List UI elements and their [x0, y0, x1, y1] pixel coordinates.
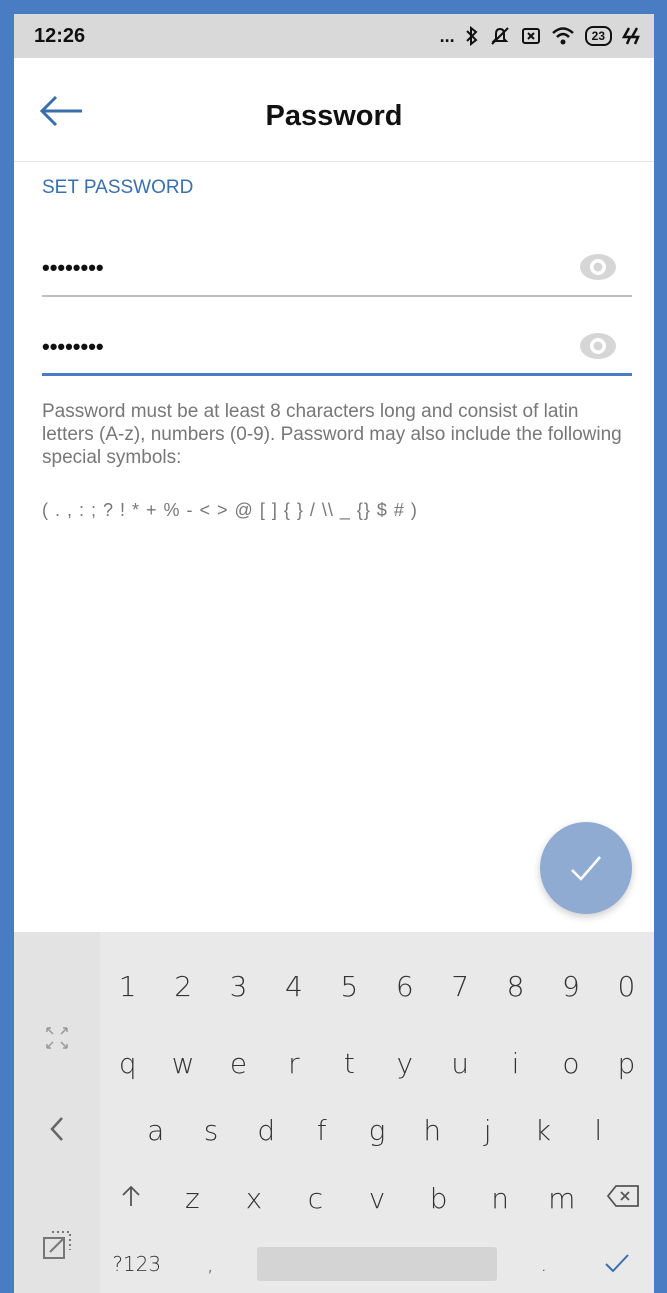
shift-key[interactable] [100, 1182, 162, 1215]
key-m[interactable]: m [531, 1182, 593, 1215]
check-icon [605, 1253, 629, 1272]
keyboard-row-2: a s d f g h j k l [100, 1102, 654, 1158]
no-sim-icon [521, 26, 541, 46]
charging-icon [622, 26, 640, 46]
backspace-icon [607, 1184, 640, 1207]
key-r[interactable]: r [266, 1047, 321, 1080]
confirm-password-field[interactable]: •••••••• [42, 306, 632, 376]
key-n[interactable]: n [469, 1182, 531, 1215]
chevron-left-icon[interactable] [14, 1114, 100, 1149]
password-value: •••••••• [42, 255, 104, 280]
page-title: Password [265, 100, 403, 132]
key-s[interactable]: s [183, 1114, 238, 1147]
keyboard: 1 2 3 4 5 6 7 8 9 0 q w e r t y u i o p … [14, 932, 654, 1293]
key-e[interactable]: e [211, 1047, 266, 1080]
key-k[interactable]: k [515, 1114, 570, 1147]
section-label: SET PASSWORD [42, 177, 194, 198]
bluetooth-icon [465, 26, 479, 46]
key-7[interactable]: 7 [432, 970, 487, 1003]
keyboard-number-row: 1 2 3 4 5 6 7 8 9 0 [100, 958, 654, 1014]
more-notifications-icon: ... [439, 25, 455, 46]
key-5[interactable]: 5 [322, 970, 377, 1003]
period-key[interactable]: . [507, 1252, 581, 1276]
space-key[interactable] [257, 1247, 497, 1281]
password-underline [42, 295, 632, 297]
key-q[interactable]: q [100, 1047, 155, 1080]
key-l[interactable]: l [571, 1114, 626, 1147]
key-2[interactable]: 2 [155, 970, 210, 1003]
confirm-fab-button[interactable] [540, 822, 632, 914]
app-bar: Password [14, 58, 654, 162]
phone-screen: 12:26 ... 23 Password SET PASSWORD •••••… [14, 14, 654, 1293]
done-key[interactable] [581, 1248, 655, 1281]
key-g[interactable]: g [349, 1114, 404, 1147]
key-b[interactable]: b [408, 1182, 470, 1215]
keyboard-side-panel [14, 932, 100, 1293]
status-bar: 12:26 ... 23 [14, 14, 654, 58]
keyboard-row-1: q w e r t y u i o p [100, 1035, 654, 1091]
key-u[interactable]: u [432, 1047, 487, 1080]
keyboard-row-3: z x c v b n m [100, 1170, 654, 1226]
battery-indicator: 23 [584, 26, 612, 46]
confirm-password-value: •••••••• [42, 334, 104, 359]
floating-keyboard-icon[interactable] [14, 1228, 100, 1267]
key-a[interactable]: a [128, 1114, 183, 1147]
key-v[interactable]: v [346, 1182, 408, 1215]
key-o[interactable]: o [543, 1047, 598, 1080]
keyboard-bottom-row: ?123 , . [100, 1236, 654, 1292]
key-d[interactable]: d [239, 1114, 294, 1147]
status-time: 12:26 [34, 24, 86, 47]
status-icons: ... 23 [440, 26, 640, 47]
confirm-password-underline [42, 373, 632, 376]
key-j[interactable]: j [460, 1114, 515, 1147]
key-w[interactable]: w [155, 1047, 210, 1080]
key-h[interactable]: h [405, 1114, 460, 1147]
password-hint: Password must be at least 8 characters l… [42, 401, 622, 468]
key-t[interactable]: t [322, 1047, 377, 1080]
allowed-symbols: ( . , : ; ? ! * + % - < > @ [ ] { } / \\… [42, 500, 418, 520]
key-3[interactable]: 3 [211, 970, 266, 1003]
keyboard-resize-icon[interactable] [14, 1024, 100, 1057]
key-y[interactable]: y [377, 1047, 432, 1080]
backspace-key[interactable] [593, 1182, 655, 1215]
arrow-up-icon [122, 1185, 140, 1206]
key-9[interactable]: 9 [543, 970, 598, 1003]
password-field[interactable]: •••••••• [42, 227, 632, 297]
show-confirm-password-eye-icon[interactable] [578, 326, 618, 366]
comma-key[interactable]: , [174, 1252, 248, 1276]
check-icon [571, 856, 601, 881]
wifi-icon [551, 26, 575, 46]
key-1[interactable]: 1 [100, 970, 155, 1003]
key-i[interactable]: i [488, 1047, 543, 1080]
muted-bell-icon [489, 26, 511, 46]
key-4[interactable]: 4 [266, 970, 321, 1003]
key-z[interactable]: z [162, 1182, 224, 1215]
key-8[interactable]: 8 [488, 970, 543, 1003]
key-6[interactable]: 6 [377, 970, 432, 1003]
symbols-key[interactable]: ?123 [100, 1252, 174, 1276]
key-c[interactable]: c [285, 1182, 347, 1215]
key-p[interactable]: p [599, 1047, 654, 1080]
key-0[interactable]: 0 [599, 970, 654, 1003]
key-x[interactable]: x [223, 1182, 285, 1215]
key-f[interactable]: f [294, 1114, 349, 1147]
show-password-eye-icon[interactable] [578, 247, 618, 287]
